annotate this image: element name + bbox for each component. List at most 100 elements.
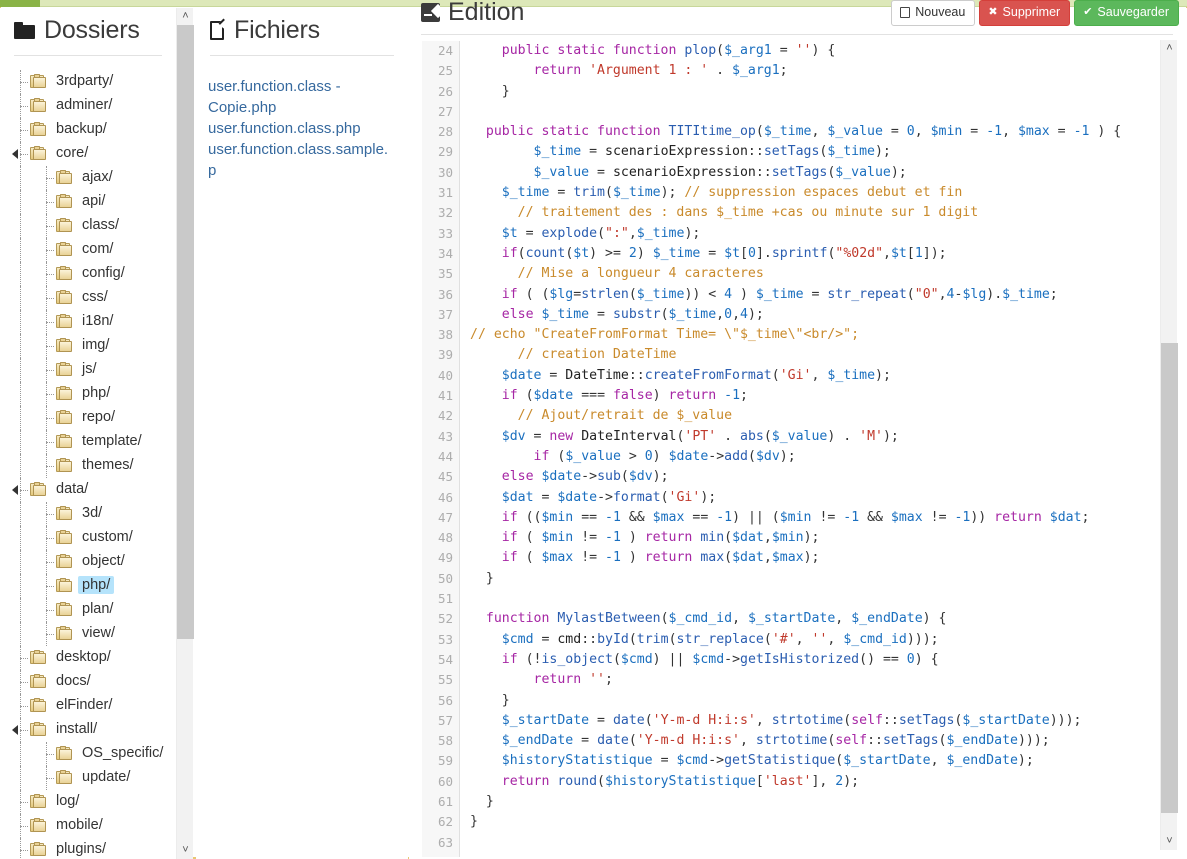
code-line[interactable]: $t = explode(":",$_time); <box>461 224 1171 244</box>
code-line[interactable]: if ( ($lg=strlen($_time)) < 4 ) $_time =… <box>461 285 1171 305</box>
code-line[interactable]: } <box>461 569 1171 589</box>
scrollbar-thumb[interactable] <box>177 25 194 639</box>
folder-tree-item[interactable]: ajax/ <box>0 166 176 190</box>
code-line[interactable]: // Ajout/retrait de $_value <box>461 406 1171 426</box>
code-line[interactable]: } <box>461 82 1171 102</box>
dossiers-scrollbar[interactable]: ˄ ˅ <box>176 8 194 859</box>
tree-expander-icon[interactable] <box>12 149 18 159</box>
folder-tree-item[interactable]: class/ <box>0 214 176 238</box>
code-line[interactable] <box>461 589 1171 609</box>
file-list-item[interactable]: user.function.class - Copie.php <box>208 76 396 118</box>
code-line[interactable]: $_time = trim($_time); // suppression es… <box>461 183 1171 203</box>
scroll-down-icon[interactable]: ˅ <box>177 842 194 859</box>
sauvegarder-button[interactable]: ✔ Sauvegarder <box>1074 0 1179 26</box>
code-line[interactable]: if(count($t) >= 2) $_time = $t[0].sprint… <box>461 244 1171 264</box>
code-line[interactable]: } <box>461 792 1171 812</box>
tree-expander-icon[interactable] <box>12 725 18 735</box>
folder-tree-item[interactable]: php/ <box>0 382 176 406</box>
code-line[interactable]: } <box>461 812 1171 832</box>
code-scroll-down-icon[interactable]: ˅ <box>1161 833 1178 850</box>
code-line[interactable]: $_value = scenarioExpression::setTags($_… <box>461 163 1171 183</box>
folder-tree-item[interactable]: desktop/ <box>0 646 176 670</box>
file-list-item[interactable]: user.function.class.sample.p <box>208 139 396 181</box>
folder-tree-item[interactable]: 3d/ <box>0 502 176 526</box>
code-line[interactable]: $_time = scenarioExpression::setTags($_t… <box>461 142 1171 162</box>
supprimer-button[interactable]: ✖ Supprimer <box>979 0 1071 26</box>
code-line[interactable]: return ''; <box>461 670 1171 690</box>
folder-tree-item[interactable]: object/ <box>0 550 176 574</box>
code-line[interactable]: $dat = $date->format('Gi'); <box>461 488 1171 508</box>
code-line[interactable]: if ($date === false) return -1; <box>461 386 1171 406</box>
code-line[interactable]: return 'Argument 1 : ' . $_arg1; <box>461 61 1171 81</box>
folder-tree-item[interactable]: adminer/ <box>0 94 176 118</box>
folder-tree-item[interactable]: plan/ <box>0 598 176 622</box>
code-line[interactable]: // echo "CreateFromFormat Time= \"$_time… <box>461 325 1171 345</box>
code-line[interactable] <box>461 102 1171 122</box>
nouveau-button[interactable]: Nouveau <box>891 0 976 26</box>
folder-tree-item[interactable]: mobile/ <box>0 814 176 838</box>
code-editor[interactable]: 24 25 26 27 28 29 30 31 32 33 34 35 36 37 38 39 40 41 42 43… <box>421 40 1187 858</box>
code-line[interactable]: if ( $min != -1 ) return min($dat,$min); <box>461 528 1171 548</box>
code-line[interactable]: // Mise a longueur 4 caracteres <box>461 264 1171 284</box>
folder-tree-item[interactable]: js/ <box>0 358 176 382</box>
folder-tree-item[interactable]: i18n/ <box>0 310 176 334</box>
folder-tree-item[interactable]: OS_specific/ <box>0 742 176 766</box>
folder-tree-item[interactable]: themes/ <box>0 454 176 478</box>
code-token: ; <box>605 672 613 688</box>
folder-tree[interactable]: 3rdparty/adminer/backup/core/ajax/api/cl… <box>0 56 176 859</box>
code-content[interactable]: public static function plop($_arg1 = '')… <box>461 41 1171 857</box>
code-line[interactable]: // creation DateTime <box>461 345 1171 365</box>
folder-tree-item[interactable]: view/ <box>0 622 176 646</box>
code-line[interactable]: else $date->sub($dv); <box>461 467 1171 487</box>
folder-tree-item[interactable]: php/ <box>0 574 176 598</box>
folder-tree-item[interactable]: log/ <box>0 790 176 814</box>
code-line[interactable]: else $_time = substr($_time,0,4); <box>461 305 1171 325</box>
file-list-item[interactable]: user.function.class.php <box>208 118 396 139</box>
code-scroll-up-icon[interactable]: ˄ <box>1161 40 1178 57</box>
folder-tree-item[interactable]: data/ <box>0 478 176 502</box>
code-line[interactable]: // traitement des : dans $_time +cas ou … <box>461 203 1171 223</box>
code-token: = <box>1049 124 1074 140</box>
tree-expander-icon[interactable] <box>12 485 18 495</box>
folder-tree-item[interactable]: repo/ <box>0 406 176 430</box>
folder-tree-item[interactable]: config/ <box>0 262 176 286</box>
code-line[interactable]: if ($_value > 0) $date->add($dv); <box>461 447 1171 467</box>
code-line[interactable]: $cmd = cmd::byId(trim(str_replace('#', '… <box>461 630 1171 650</box>
code-line[interactable]: $dv = new DateInterval('PT' . abs($_valu… <box>461 427 1171 447</box>
code-line[interactable]: } <box>461 691 1171 711</box>
folder-tree-item[interactable]: update/ <box>0 766 176 790</box>
code-line[interactable]: $historyStatistique = $cmd->getStatistiq… <box>461 751 1171 771</box>
code-line[interactable]: return round($historyStatistique['last']… <box>461 772 1171 792</box>
line-number: 42 <box>437 408 453 424</box>
folder-tree-item[interactable]: docs/ <box>0 670 176 694</box>
folder-tree-item[interactable]: install/ <box>0 718 176 742</box>
folder-tree-item[interactable]: com/ <box>0 238 176 262</box>
folder-tree-item[interactable]: backup/ <box>0 118 176 142</box>
folder-tree-item[interactable]: img/ <box>0 334 176 358</box>
code-line[interactable]: $_endDate = date('Y-m-d H:i:s', strtotim… <box>461 731 1171 751</box>
folder-tree-item[interactable]: api/ <box>0 190 176 214</box>
folder-tree-item[interactable]: 3rdparty/ <box>0 70 176 94</box>
code-line[interactable]: if (!is_object($cmd) || $cmd->getIsHisto… <box>461 650 1171 670</box>
code-line[interactable] <box>461 833 1171 853</box>
folder-tree-item[interactable]: elFinder/ <box>0 694 176 718</box>
code-line[interactable]: public static function plop($_arg1 = '')… <box>461 41 1171 61</box>
scroll-up-icon[interactable]: ˄ <box>177 8 194 25</box>
code-token: "0" <box>914 286 939 302</box>
folder-tree-item[interactable]: css/ <box>0 286 176 310</box>
folder-tree-item[interactable]: template/ <box>0 430 176 454</box>
code-line[interactable]: $_startDate = date('Y-m-d H:i:s', strtot… <box>461 711 1171 731</box>
code-scrollbar[interactable]: ˄ ˅ <box>1160 40 1178 850</box>
code-line[interactable]: public static function TITItime_op($_tim… <box>461 122 1171 142</box>
dossiers-header: Dossiers <box>0 8 176 49</box>
code-line[interactable]: $date = DateTime::createFromFormat('Gi',… <box>461 366 1171 386</box>
folder-tree-item[interactable]: plugins/ <box>0 838 176 859</box>
code-line[interactable]: if (($min == -1 && $max == -1) || ($min … <box>461 508 1171 528</box>
code-scrollbar-thumb[interactable] <box>1161 343 1178 813</box>
code-line[interactable]: function MylastBetween($_cmd_id, $_start… <box>461 609 1171 629</box>
code-line[interactable]: if ( $max != -1 ) return max($dat,$max); <box>461 548 1171 568</box>
folder-tree-item[interactable]: custom/ <box>0 526 176 550</box>
folder-tree-item[interactable]: core/ <box>0 142 176 166</box>
